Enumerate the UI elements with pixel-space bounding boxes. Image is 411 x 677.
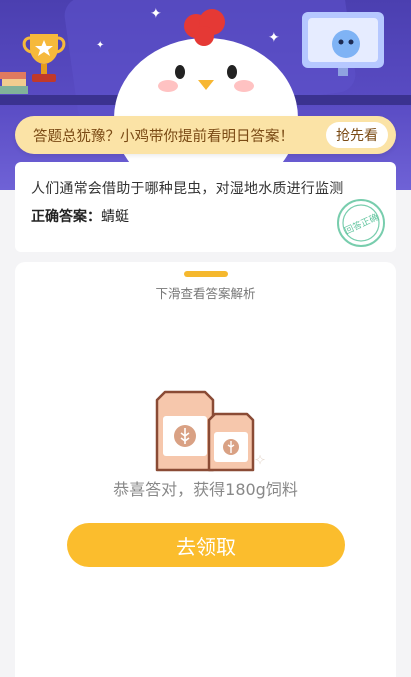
result-sheet[interactable]: 下滑查看答案解析 ✦ 恭喜答对，获得180g饲料 去领取 bbox=[15, 262, 396, 677]
answer-card: 人们通常会借助于哪种昆虫，对湿地水质进行监测 正确答案：蜻蜓 回答正确 bbox=[15, 162, 396, 252]
answer-label: 正确答案： bbox=[31, 209, 101, 225]
tomorrow-answer-banner[interactable]: 答题总犹豫？小鸡带你提前看明日答案！ 抢先看 bbox=[15, 116, 396, 154]
reward-text: 恭喜答对，获得180g饲料 bbox=[113, 480, 298, 499]
correct-stamp-icon: 回答正确 bbox=[337, 199, 385, 247]
swipe-hint: 下滑查看答案解析 bbox=[155, 286, 256, 301]
answer-value: 蜻蜓 bbox=[101, 209, 129, 225]
drag-handle[interactable] bbox=[184, 271, 228, 277]
preview-button[interactable]: 抢先看 bbox=[326, 122, 388, 148]
svg-text:✦: ✦ bbox=[255, 453, 265, 467]
sparkle-icon: ✦ bbox=[96, 40, 105, 51]
stamp-text: 回答正确 bbox=[343, 211, 381, 237]
banner-text: 答题总犹豫？小鸡带你提前看明日答案！ bbox=[33, 128, 294, 145]
claim-button[interactable]: 去领取 bbox=[67, 523, 345, 567]
answer-row: 正确答案：蜻蜓 bbox=[31, 206, 380, 226]
trophy-icon bbox=[22, 34, 66, 82]
question-text: 人们通常会借助于哪种昆虫，对湿地水质进行监测 bbox=[31, 181, 344, 197]
feed-bags-icon: ✦ bbox=[155, 390, 265, 472]
monitor-icon bbox=[302, 12, 384, 76]
